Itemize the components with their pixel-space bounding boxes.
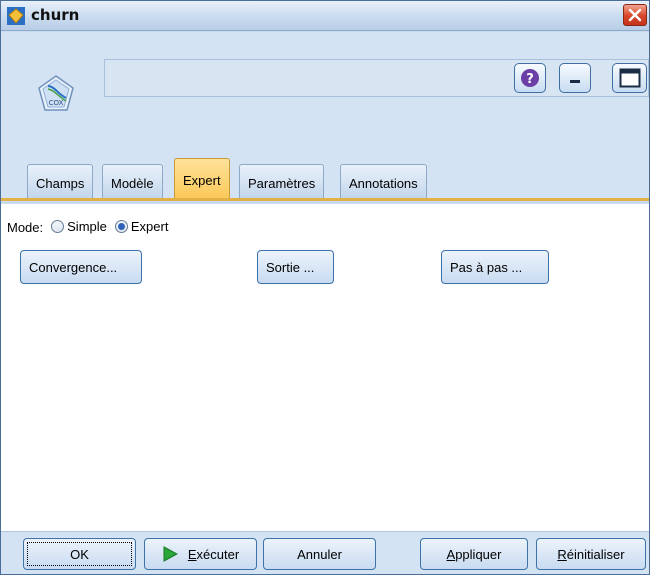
tab-label: Paramètres — [248, 176, 316, 191]
mode-expert-label[interactable]: Expert — [131, 219, 169, 234]
mode-expert-radio[interactable] — [114, 220, 128, 233]
cancel-button[interactable]: Annuler — [263, 538, 376, 570]
tab-parametres[interactable]: Paramètres — [239, 164, 325, 198]
tab-label: Expert — [183, 173, 221, 188]
mode-simple-label[interactable]: Simple — [67, 219, 107, 234]
radio-selected-dot — [117, 223, 125, 230]
tab-label: Modèle — [111, 176, 154, 191]
convergence-label: Convergence... — [29, 259, 118, 275]
reset-button[interactable]: Réinitialiser — [536, 538, 646, 570]
apply-button[interactable]: Appliquer — [420, 538, 528, 570]
reset-label: Réinitialiser — [557, 546, 625, 562]
minimize-icon — [570, 80, 580, 83]
tab-label: Annotations — [349, 176, 418, 191]
tab-expert[interactable]: Expert — [174, 158, 230, 198]
tab-annotations[interactable]: Annotations — [340, 164, 427, 198]
pas-a-pas-label: Pas à pas ... — [450, 259, 523, 275]
mode-simple-radio[interactable] — [51, 220, 65, 233]
title-bar[interactable]: churn — [1, 1, 649, 31]
cancel-label: Annuler — [297, 546, 342, 562]
svg-text:?: ? — [526, 72, 534, 87]
tab-strip: Champs Modèle Expert Paramètres Annotati… — [1, 148, 649, 201]
close-button[interactable] — [623, 4, 647, 26]
expert-panel: Mode: Simple Expert Convergence... Sorti… — [1, 204, 649, 531]
minimize-button[interactable] — [559, 63, 591, 93]
tab-champs[interactable]: Champs — [27, 164, 94, 198]
sortie-button[interactable]: Sortie ... — [257, 250, 334, 284]
window-title: churn — [31, 6, 80, 24]
question-icon: ? — [521, 69, 539, 87]
play-icon — [163, 546, 178, 562]
pas-a-pas-button[interactable]: Pas à pas ... — [441, 250, 549, 284]
help-button[interactable]: ? — [514, 63, 546, 93]
cox-node-icon: COX — [36, 74, 76, 117]
dialog-footer: OK Exécuter Annuler Appliquer Réinitiali… — [1, 531, 649, 574]
sortie-label: Sortie ... — [266, 259, 315, 275]
diamond-icon — [7, 7, 25, 25]
tab-modele[interactable]: Modèle — [102, 164, 163, 198]
mode-label: Mode: — [7, 220, 44, 235]
close-icon — [628, 8, 642, 22]
maximize-icon — [619, 68, 640, 88]
ok-label: OK — [70, 546, 89, 562]
convergence-button[interactable]: Convergence... — [20, 250, 142, 284]
node-icon-label: COX — [49, 99, 64, 107]
maximize-button[interactable] — [612, 63, 647, 93]
execute-button[interactable]: Exécuter — [144, 538, 257, 570]
ok-button[interactable]: OK — [23, 538, 136, 570]
tab-label: Champs — [36, 176, 85, 191]
node-header: COX ? — [1, 32, 649, 148]
execute-label: Exécuter — [187, 546, 240, 562]
mode-row: Mode: Simple Expert — [7, 218, 168, 235]
apply-label: Appliquer — [446, 546, 502, 562]
dialog-window: churn COX ? Champs Modèle Expert Paramèt… — [0, 0, 650, 575]
